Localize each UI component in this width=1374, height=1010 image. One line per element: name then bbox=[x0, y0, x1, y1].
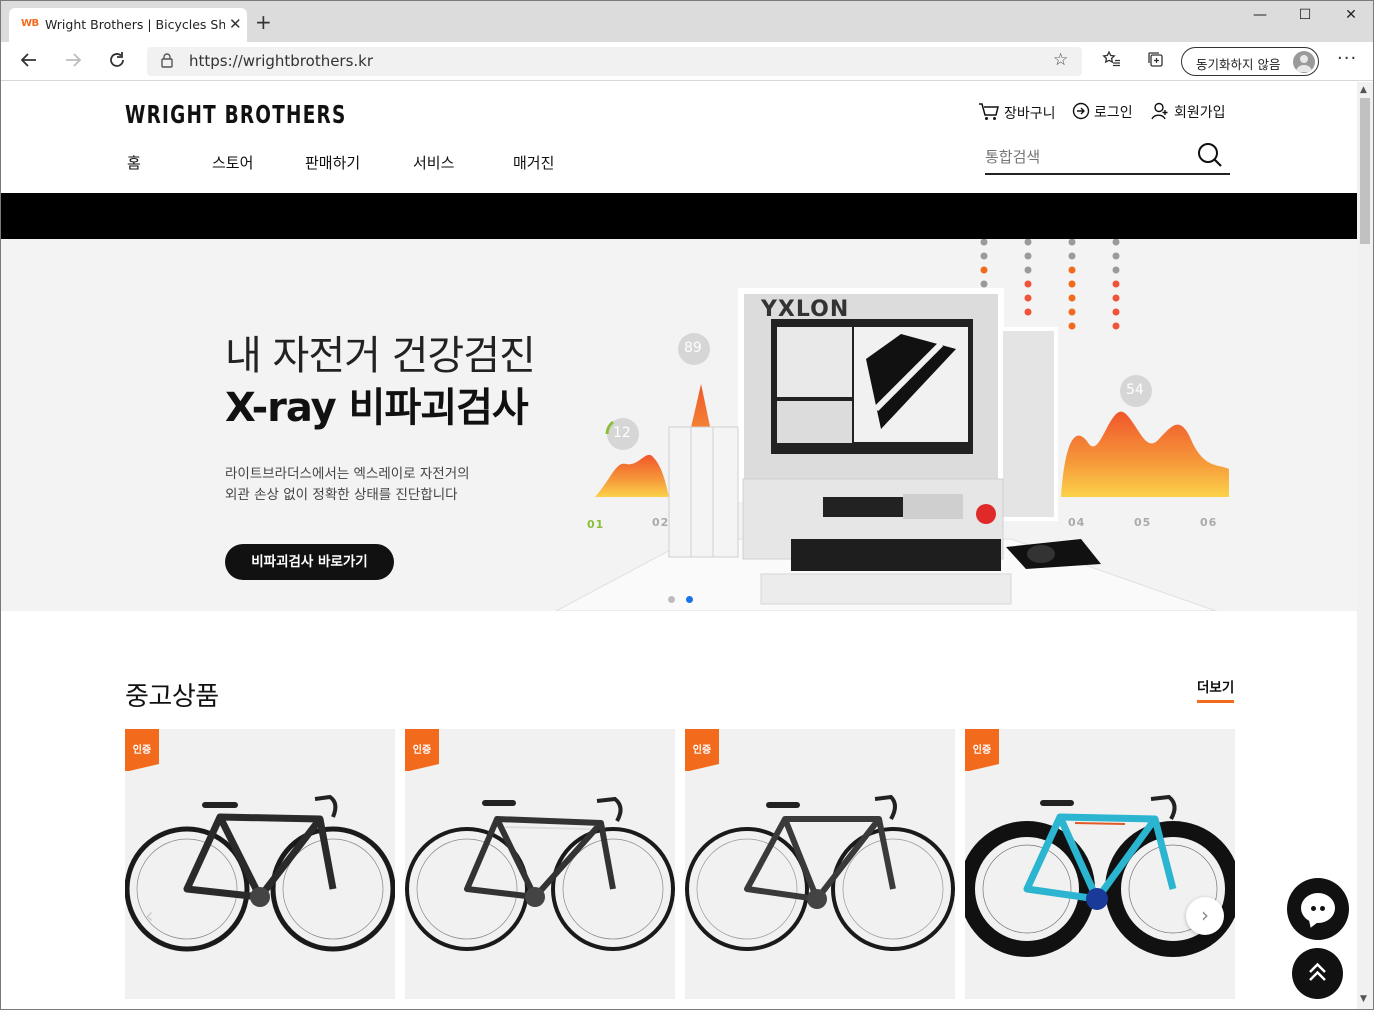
cart-icon bbox=[979, 103, 999, 120]
hero-description: 라이트브라더스에서는 엑스레이로 자전거의 외관 손상 없이 정확한 상태를 진… bbox=[225, 464, 545, 506]
nav-item-store[interactable]: 스토어 bbox=[212, 152, 253, 173]
cart-link[interactable]: 장바구니 bbox=[978, 102, 1056, 123]
scroll-down-icon[interactable]: ▼ bbox=[1360, 994, 1367, 1004]
window-close-icon[interactable]: ✕ bbox=[1328, 7, 1373, 23]
chat-button[interactable] bbox=[1287, 878, 1349, 940]
certified-badge: 인증 bbox=[405, 729, 439, 772]
scroll-up-icon[interactable]: ▲ bbox=[1360, 85, 1367, 95]
chart-axis-label: 05 bbox=[1134, 516, 1152, 529]
tab-favicon-icon: WB bbox=[21, 18, 39, 29]
hero-illustration bbox=[555, 239, 1229, 611]
scroll-top-button[interactable] bbox=[1292, 948, 1343, 999]
top-banner-strip bbox=[1, 193, 1357, 239]
chart-axis-label: 02 bbox=[652, 516, 670, 529]
site-logo[interactable]: WRIGHT BROTHERS bbox=[125, 100, 346, 129]
page-scrollbar[interactable]: ▲ ▼ bbox=[1357, 82, 1373, 1009]
chart-badge-1: 12 bbox=[613, 425, 631, 441]
sync-profile-button[interactable]: 동기화하지 않음 bbox=[1181, 47, 1319, 76]
forward-icon[interactable] bbox=[63, 50, 83, 75]
machine-brand-label: YXLON bbox=[761, 297, 850, 322]
tab-close-icon[interactable]: ✕ bbox=[229, 15, 242, 33]
more-icon[interactable]: ··· bbox=[1337, 48, 1357, 69]
lock-icon bbox=[161, 52, 173, 68]
url-text: https://wrightbrothers.kr bbox=[189, 52, 374, 70]
address-bar[interactable]: https://wrightbrothers.kr ☆ bbox=[147, 47, 1082, 76]
slider-dot-1[interactable] bbox=[668, 596, 675, 603]
back-icon[interactable] bbox=[19, 50, 39, 75]
search-icon[interactable] bbox=[1196, 141, 1224, 173]
bicycle-image bbox=[405, 796, 675, 951]
login-link[interactable]: 로그인 bbox=[1072, 102, 1133, 122]
search-box bbox=[985, 139, 1230, 175]
certified-badge: 인증 bbox=[125, 729, 159, 772]
refresh-icon[interactable] bbox=[107, 50, 127, 75]
chart-badge-2: 89 bbox=[684, 340, 702, 356]
tab-bar: WB Wright Brothers | Bicycles Shopp ✕ + … bbox=[1, 1, 1373, 42]
login-icon bbox=[1072, 102, 1090, 120]
certified-badge: 인증 bbox=[685, 729, 719, 772]
favorites-list-icon[interactable] bbox=[1102, 50, 1121, 74]
product-card[interactable]: 인증 bbox=[965, 729, 1235, 999]
browser-window: WB Wright Brothers | Bicycles Shopp ✕ + … bbox=[0, 0, 1374, 1010]
nav-item-home[interactable]: 홈 bbox=[127, 152, 141, 173]
slider-pagination bbox=[668, 588, 699, 607]
chart-axis-label: 06 bbox=[1200, 516, 1218, 529]
user-add-icon bbox=[1151, 102, 1168, 120]
chart-axis-label: 04 bbox=[1068, 516, 1086, 529]
bicycle-image bbox=[125, 794, 395, 952]
profile-avatar-icon bbox=[1293, 51, 1315, 73]
join-label: 회원가입 bbox=[1174, 105, 1226, 121]
scroll-thumb[interactable] bbox=[1360, 98, 1370, 244]
minimize-icon[interactable]: — bbox=[1237, 7, 1283, 23]
product-card[interactable]: 인증 bbox=[685, 729, 955, 999]
carousel-next-icon[interactable]: › bbox=[1186, 897, 1224, 935]
browser-toolbar: https://wrightbrothers.kr ☆ 동기화하지 않음 ··· bbox=[1, 42, 1373, 81]
new-tab-icon[interactable]: + bbox=[255, 12, 272, 32]
cart-label: 장바구니 bbox=[1004, 106, 1056, 122]
chart-badge-3: 54 bbox=[1126, 382, 1144, 398]
login-label: 로그인 bbox=[1094, 105, 1133, 121]
bicycle-image bbox=[685, 794, 955, 951]
favorite-star-icon[interactable]: ☆ bbox=[1053, 50, 1068, 70]
search-input[interactable] bbox=[985, 145, 1185, 169]
hero-slide[interactable]: YXLON 12 89 54 01 02 04 05 06 내 자전거 건강검진… bbox=[1, 239, 1357, 611]
hero-title-line1: 내 자전거 건강검진 bbox=[225, 333, 536, 379]
slider-dot-2[interactable] bbox=[686, 596, 694, 603]
maximize-icon[interactable]: ☐ bbox=[1282, 7, 1328, 23]
join-link[interactable]: 회원가입 bbox=[1151, 102, 1226, 122]
web-page: WRIGHT BROTHERS 홈 스토어 판매하기 서비스 매거진 장바구니 … bbox=[1, 82, 1357, 1009]
double-chevron-up-icon bbox=[1309, 962, 1326, 981]
browser-tab[interactable]: WB Wright Brothers | Bicycles Shopp ✕ bbox=[9, 8, 247, 42]
carousel-prev-icon[interactable]: ‹ bbox=[145, 904, 154, 929]
collections-icon[interactable] bbox=[1146, 50, 1165, 74]
sync-label: 동기화하지 않음 bbox=[1196, 57, 1281, 72]
hero-title-line2: X-ray 비파괴검사 bbox=[225, 385, 529, 431]
chat-eye-icon bbox=[1320, 906, 1325, 911]
product-card[interactable]: 인증 bbox=[405, 729, 675, 999]
chart-axis-label: 01 bbox=[587, 518, 605, 531]
section-title-used-products: 중고상품 bbox=[125, 682, 219, 712]
more-link[interactable]: 더보기 bbox=[1197, 676, 1235, 703]
tab-title: Wright Brothers | Bicycles Shopp bbox=[45, 17, 225, 32]
bicycle-image bbox=[965, 794, 1235, 957]
xray-inspection-button[interactable]: 비파괴검사 바로가기 bbox=[225, 544, 394, 580]
chat-eye-icon bbox=[1311, 906, 1316, 911]
product-card[interactable]: 인증 bbox=[125, 729, 395, 999]
nav-item-service[interactable]: 서비스 bbox=[413, 152, 454, 173]
hero-desc-line1: 라이트브라더스에서는 엑스레이로 자전거의 bbox=[225, 466, 470, 482]
certified-badge: 인증 bbox=[965, 729, 999, 772]
nav-item-sell[interactable]: 판매하기 bbox=[305, 152, 360, 173]
nav-item-magazine[interactable]: 매거진 bbox=[513, 152, 554, 173]
chat-icon bbox=[1301, 893, 1335, 923]
hero-desc-line2: 외관 손상 없이 정확한 상태를 진단합니다 bbox=[225, 487, 458, 503]
